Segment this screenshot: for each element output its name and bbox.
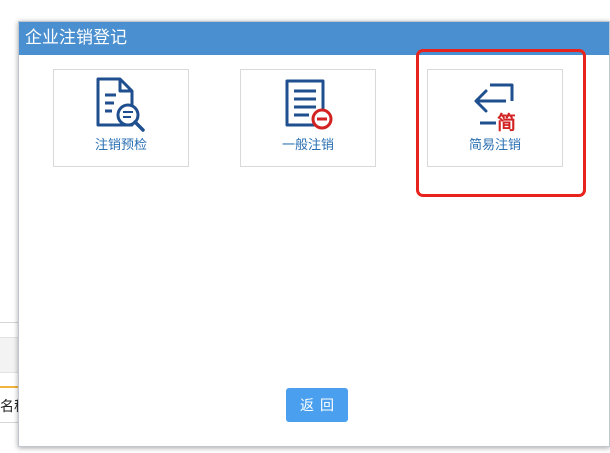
background-divider	[0, 322, 20, 323]
deregistration-dialog: 企业注销登记 注销预检 一般注销 简 简易注销 返回	[18, 21, 610, 447]
background-row	[0, 337, 20, 373]
background-accent-bar	[0, 386, 20, 388]
precheck-label: 注销预检	[94, 138, 147, 153]
document-minus-icon	[285, 79, 333, 130]
general-deregistration-option[interactable]: 一般注销	[240, 69, 376, 167]
highlight-box	[416, 49, 586, 197]
background-divider-bottom	[0, 422, 20, 423]
back-button[interactable]: 返回	[286, 388, 348, 422]
precheck-option[interactable]: 注销预检	[53, 69, 189, 167]
document-search-icon	[96, 77, 145, 132]
general-deregistration-label: 一般注销	[281, 138, 334, 153]
